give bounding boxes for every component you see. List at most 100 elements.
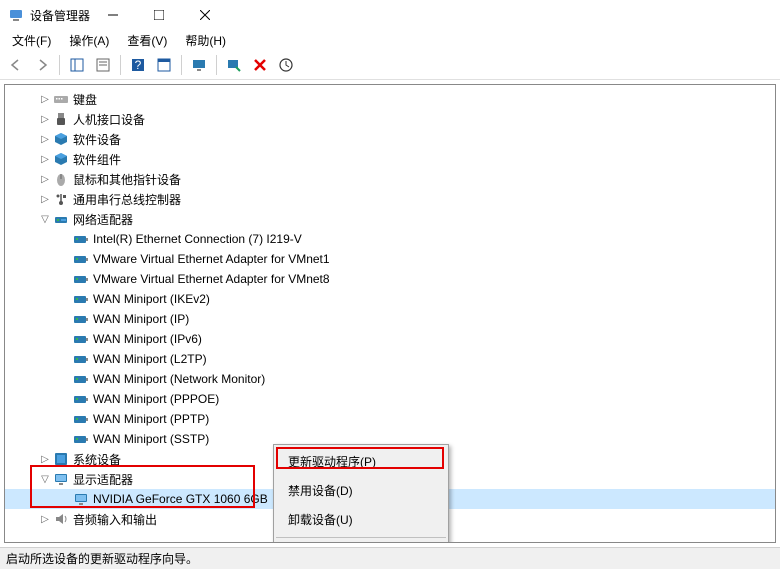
no-expander xyxy=(57,331,73,347)
tree-item-label: 鼠标和其他指针设备 xyxy=(73,171,181,188)
expand-icon[interactable]: ▷ xyxy=(37,111,53,127)
no-expander xyxy=(57,411,73,427)
tree-item[interactable]: WAN Miniport (PPTP) xyxy=(5,409,775,429)
network-icon xyxy=(53,211,69,227)
netcard-icon xyxy=(73,251,89,267)
tree-item-label: 系统设备 xyxy=(73,451,121,468)
svg-text:?: ? xyxy=(135,58,142,72)
no-expander xyxy=(57,431,73,447)
netcard-icon xyxy=(73,331,89,347)
netcard-icon xyxy=(73,311,89,327)
tree-item-label: WAN Miniport (Network Monitor) xyxy=(93,372,265,386)
tree-item-label: VMware Virtual Ethernet Adapter for VMne… xyxy=(93,252,330,266)
ctx-scan[interactable]: 扫描检测硬件改动(A) xyxy=(276,541,446,543)
close-button[interactable] xyxy=(182,0,228,30)
ctx-disable[interactable]: 禁用设备(D) xyxy=(276,476,446,505)
tree-item-label: 软件设备 xyxy=(73,131,121,148)
expand-icon[interactable]: ▷ xyxy=(37,191,53,207)
netcard-icon xyxy=(73,431,89,447)
expand-icon[interactable]: ▷ xyxy=(37,151,53,167)
tree-item[interactable]: VMware Virtual Ethernet Adapter for VMne… xyxy=(5,249,775,269)
toolbar-separator xyxy=(59,55,60,75)
tree-item[interactable]: ▷ 鼠标和其他指针设备 xyxy=(5,169,775,189)
statusbar-text: 启动所选设备的更新驱动程序向导。 xyxy=(6,550,198,567)
tree-item[interactable]: ▷软件组件 xyxy=(5,149,775,169)
no-expander xyxy=(57,251,73,267)
toolbar-delete[interactable] xyxy=(248,53,272,77)
ctx-separator xyxy=(276,537,446,538)
system-icon xyxy=(53,451,69,467)
toolbar-update[interactable] xyxy=(274,53,298,77)
ctx-update-driver[interactable]: 更新驱动程序(P) xyxy=(276,447,446,476)
tree-item[interactable]: ▷ 软件设备 xyxy=(5,129,775,149)
toolbar-panel2[interactable] xyxy=(152,53,176,77)
toolbar-separator xyxy=(120,55,121,75)
netcard-icon xyxy=(73,351,89,367)
tree-item-label: WAN Miniport (L2TP) xyxy=(93,352,207,366)
toolbar-separator xyxy=(181,55,182,75)
maximize-button[interactable] xyxy=(136,0,182,30)
tree-item[interactable]: WAN Miniport (IKEv2) xyxy=(5,289,775,309)
display-icon xyxy=(53,471,69,487)
menu-file[interactable]: 文件(F) xyxy=(4,30,59,51)
toolbar-back[interactable] xyxy=(4,53,28,77)
expand-icon[interactable]: ▷ xyxy=(37,171,53,187)
expand-icon[interactable]: ▷ xyxy=(37,131,53,147)
tree-item[interactable]: ▽ 网络适配器 xyxy=(5,209,775,229)
tree-item[interactable]: ▷ 通用串行总线控制器 xyxy=(5,189,775,209)
display-icon xyxy=(73,491,89,507)
keyboard-icon xyxy=(53,91,69,107)
netcard-icon xyxy=(73,371,89,387)
tree-item[interactable]: WAN Miniport (Network Monitor) xyxy=(5,369,775,389)
collapse-icon[interactable]: ▽ xyxy=(37,211,53,227)
no-expander xyxy=(57,231,73,247)
context-menu: 更新驱动程序(P) 禁用设备(D) 卸载设备(U) 扫描检测硬件改动(A) 属性… xyxy=(273,444,449,543)
expand-icon[interactable]: ▷ xyxy=(37,451,53,467)
tree-item-label: WAN Miniport (PPTP) xyxy=(93,412,209,426)
titlebar: 设备管理器 xyxy=(0,0,780,30)
toolbar-separator xyxy=(216,55,217,75)
usb-icon xyxy=(53,111,69,127)
toolbar-show-panel[interactable] xyxy=(65,53,89,77)
tree-item-label: WAN Miniport (SSTP) xyxy=(93,432,209,446)
tree-item[interactable]: WAN Miniport (PPPOE) xyxy=(5,389,775,409)
window-title: 设备管理器 xyxy=(30,7,90,24)
menu-action[interactable]: 操作(A) xyxy=(61,30,117,51)
toolbar-scan[interactable] xyxy=(222,53,246,77)
tree-item-label: 显示适配器 xyxy=(73,471,133,488)
toolbar-properties[interactable] xyxy=(91,53,115,77)
ctx-uninstall[interactable]: 卸载设备(U) xyxy=(276,505,446,534)
expand-icon[interactable]: ▷ xyxy=(37,511,53,527)
toolbar-forward[interactable] xyxy=(30,53,54,77)
menu-view[interactable]: 查看(V) xyxy=(119,30,175,51)
mouse-icon xyxy=(53,171,69,187)
tree-item-label: 人机接口设备 xyxy=(73,111,145,128)
statusbar: 启动所选设备的更新驱动程序向导。 xyxy=(0,547,780,569)
collapse-icon[interactable]: ▽ xyxy=(37,471,53,487)
no-expander xyxy=(57,491,73,507)
netcard-icon xyxy=(73,411,89,427)
netcard-icon xyxy=(73,391,89,407)
tree-panel[interactable]: ▷键盘▷人机接口设备▷软件设备▷软件组件▷鼠标和其他指针设备▷通用串行总线控制器… xyxy=(4,84,776,543)
toolbar-monitor[interactable] xyxy=(187,53,211,77)
expand-icon[interactable]: ▷ xyxy=(37,91,53,107)
menu-help[interactable]: 帮助(H) xyxy=(177,30,234,51)
usbctrl-icon xyxy=(53,191,69,207)
toolbar-help[interactable]: ? xyxy=(126,53,150,77)
audio-icon xyxy=(53,511,69,527)
tree-item[interactable]: WAN Miniport (L2TP) xyxy=(5,349,775,369)
tree-item[interactable]: VMware Virtual Ethernet Adapter for VMne… xyxy=(5,269,775,289)
minimize-button[interactable] xyxy=(90,0,136,30)
tree-item[interactable]: Intel(R) Ethernet Connection (7) I219-V xyxy=(5,229,775,249)
cube-icon xyxy=(53,131,69,147)
toolbar: ? xyxy=(0,50,780,80)
tree-item[interactable]: WAN Miniport (IPv6) xyxy=(5,329,775,349)
tree-item-label: 键盘 xyxy=(73,91,97,108)
tree-item-label: 通用串行总线控制器 xyxy=(73,191,181,208)
tree-item-label: WAN Miniport (PPPOE) xyxy=(93,392,219,406)
tree-item-label: WAN Miniport (IKEv2) xyxy=(93,292,210,306)
tree-item-label: 网络适配器 xyxy=(73,211,133,228)
tree-item[interactable]: WAN Miniport (IP) xyxy=(5,309,775,329)
tree-item[interactable]: ▷ 人机接口设备 xyxy=(5,109,775,129)
tree-item[interactable]: ▷ 键盘 xyxy=(5,89,775,109)
